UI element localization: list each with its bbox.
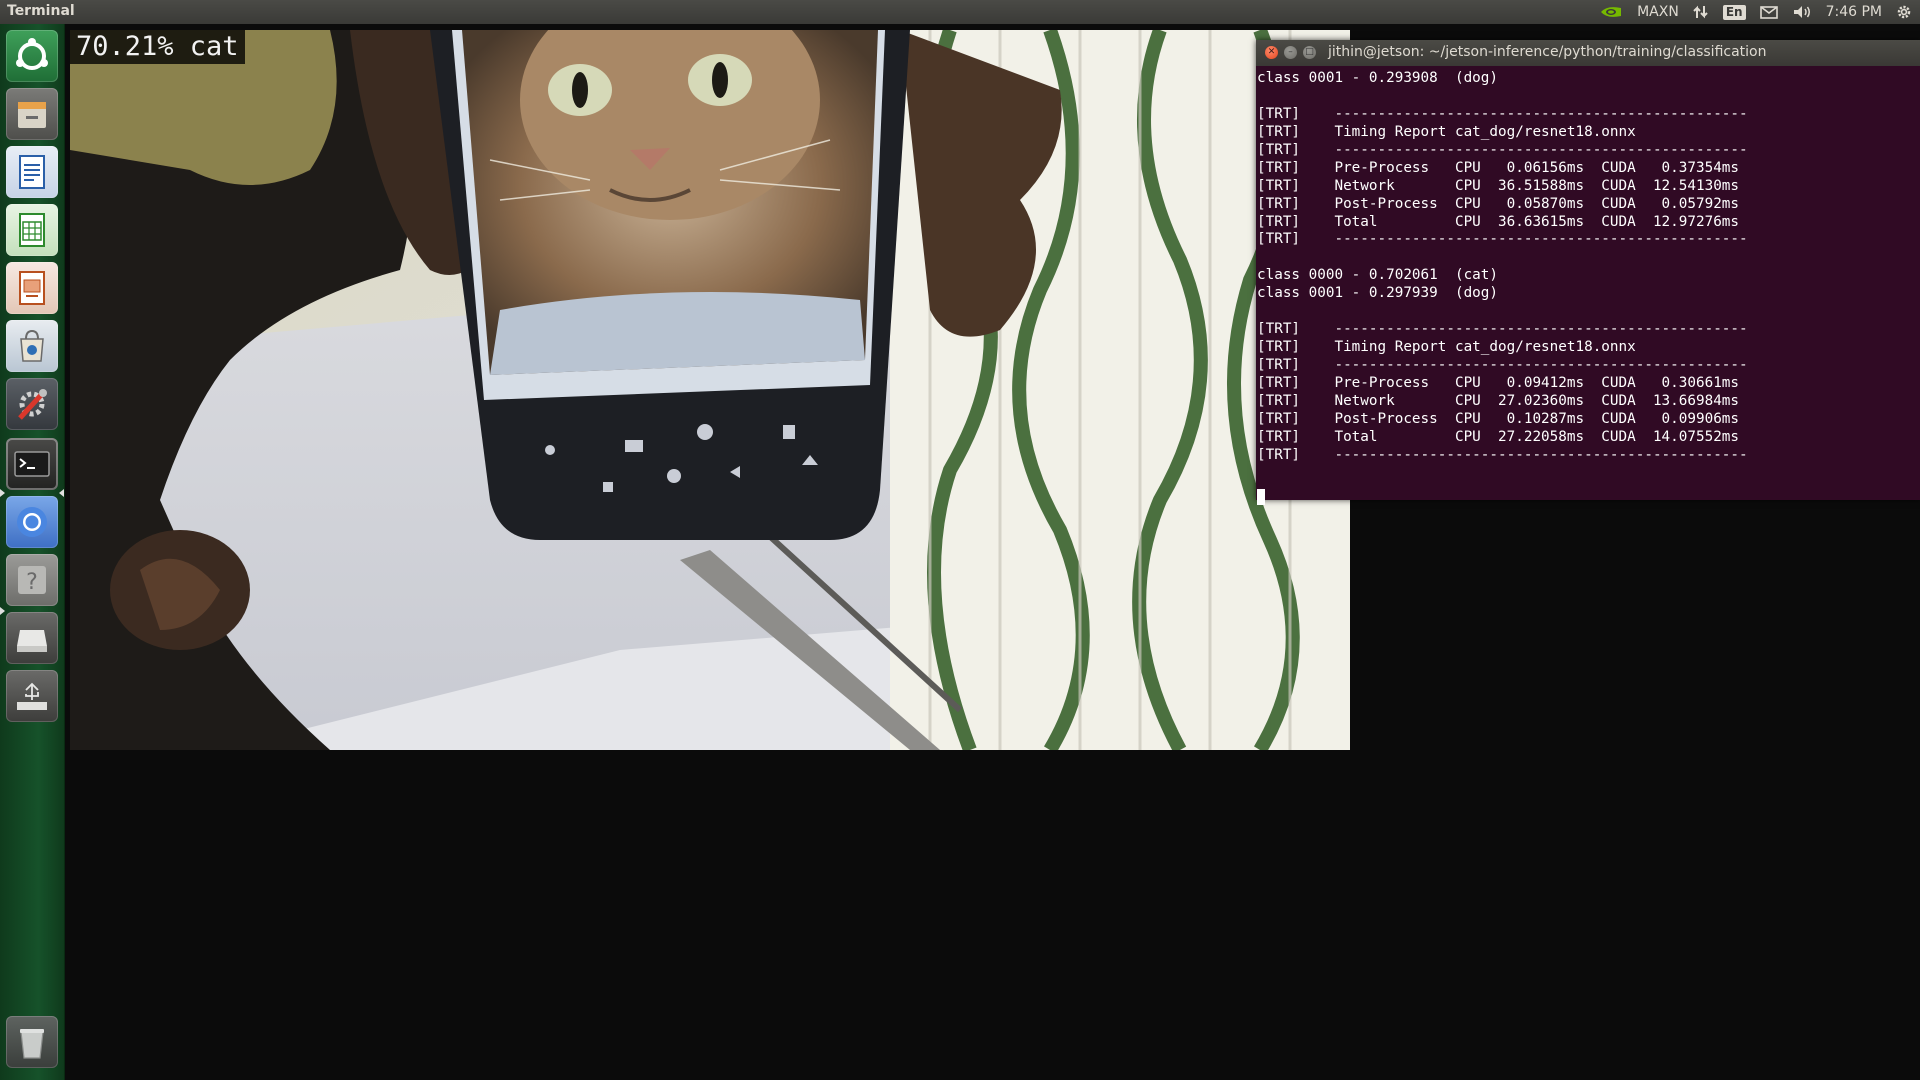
shopping-bag-icon	[20, 329, 44, 362]
launcher-item-usb-drive[interactable]	[6, 670, 58, 722]
help-icon: ?	[18, 566, 46, 595]
gear-icon[interactable]	[1896, 4, 1912, 20]
launcher-item-files[interactable]	[6, 88, 58, 140]
power-mode-label[interactable]: MAXN	[1637, 4, 1679, 20]
system-tray: MAXN En 7:46 PM	[1599, 0, 1912, 24]
terminal-line: [TRT] Timing Report cat_dog/resnet18.onn…	[1257, 123, 1636, 140]
terminal-title: jithin@jetson: ~/jetson-inference/python…	[1328, 44, 1767, 60]
terminal-icon	[14, 451, 50, 477]
terminal-line: class 0001 - 0.297939 (dog)	[1257, 285, 1499, 302]
launcher-item-help[interactable]: ?	[6, 554, 58, 606]
active-app-title: Terminal	[7, 3, 75, 19]
terminal-line: [TRT] ----------------------------------…	[1257, 141, 1748, 158]
calc-icon	[19, 213, 45, 247]
launcher-item-impress[interactable]	[6, 262, 58, 314]
terminal-line: [TRT] ----------------------------------…	[1257, 357, 1748, 373]
close-button[interactable]: ✕	[1265, 46, 1278, 59]
terminal-cursor	[1257, 488, 1265, 505]
maximize-button[interactable]: □	[1303, 46, 1316, 59]
launcher-item-dash[interactable]	[6, 30, 58, 82]
terminal-line: [TRT] ----------------------------------…	[1257, 321, 1748, 338]
terminal-line: [TRT] Total CPU 36.63615ms CUDA 12.97276…	[1257, 213, 1740, 230]
terminal-line: [TRT] ----------------------------------…	[1257, 231, 1748, 248]
launcher-item-trash[interactable]	[6, 1016, 58, 1068]
launcher-item-drive[interactable]	[6, 612, 58, 664]
writer-icon	[19, 155, 45, 189]
terminal-line: [TRT] Network CPU 36.51588ms CUDA 12.541…	[1257, 177, 1740, 194]
launcher-item-system-settings[interactable]	[6, 378, 58, 430]
mail-icon[interactable]	[1759, 5, 1778, 19]
terminal-line: [TRT] Pre-Process CPU 0.09412ms CUDA 0.3…	[1257, 374, 1740, 391]
launcher: ?	[0, 24, 65, 1080]
nvidia-icon[interactable]	[1599, 5, 1623, 19]
launcher-item-chromium[interactable]	[6, 496, 58, 548]
files-icon	[18, 102, 46, 128]
clock[interactable]: 7:46 PM	[1826, 4, 1882, 20]
minimize-button[interactable]: –	[1284, 46, 1297, 59]
launcher-item-software-center[interactable]	[6, 320, 58, 372]
launcher-item-terminal[interactable]	[6, 438, 58, 490]
terminal-line: [TRT] Timing Report cat_dog/resnet18.onn…	[1257, 339, 1636, 356]
terminal-line: [TRT] Pre-Process CPU 0.06156ms CUDA 0.3…	[1257, 159, 1740, 176]
camera-feed-view[interactable]	[70, 30, 1350, 750]
trash-icon	[20, 1029, 44, 1059]
terminal-line: [TRT] ----------------------------------…	[1257, 446, 1748, 463]
impress-icon	[19, 271, 45, 305]
volume-icon[interactable]	[1792, 4, 1812, 20]
top-panel: Terminal MAXN En 7:46 PM	[0, 0, 1920, 24]
terminal-line: class 0000 - 0.702061 (cat)	[1257, 267, 1499, 284]
drive-icon	[17, 630, 47, 652]
terminal-line: [TRT] ----------------------------------…	[1257, 105, 1748, 122]
camera-image	[70, 30, 1350, 750]
settings-tools-icon	[18, 389, 47, 420]
terminal-line: [TRT] Post-Process CPU 0.10287ms CUDA 0.…	[1257, 410, 1740, 427]
terminal-line: [TRT] Network CPU 27.02360ms CUDA 13.669…	[1257, 392, 1740, 409]
network-transfer-icon[interactable]	[1693, 4, 1709, 20]
terminal-output[interactable]: class 0001 - 0.293908 (dog) [TRT] -------…	[1256, 66, 1920, 505]
terminal-titlebar[interactable]: ✕ – □ jithin@jetson: ~/jetson-inference/…	[1256, 40, 1920, 66]
usb-drive-icon	[17, 682, 47, 710]
svg-text:?: ?	[26, 570, 38, 595]
classification-overlay-label: 70.21% cat	[70, 30, 245, 64]
ubuntu-logo-icon	[16, 38, 48, 70]
chromium-icon	[17, 507, 47, 537]
launcher-item-calc[interactable]	[6, 204, 58, 256]
keyboard-layout-indicator[interactable]: En	[1722, 4, 1746, 20]
terminal-line: [TRT] Total CPU 27.22058ms CUDA 14.07552…	[1257, 428, 1740, 445]
terminal-window[interactable]: ✕ – □ jithin@jetson: ~/jetson-inference/…	[1256, 40, 1920, 505]
launcher-item-writer[interactable]	[6, 146, 58, 198]
terminal-line: [TRT] Post-Process CPU 0.05870ms CUDA 0.…	[1257, 195, 1740, 212]
terminal-line: class 0001 - 0.293908 (dog)	[1257, 70, 1499, 86]
